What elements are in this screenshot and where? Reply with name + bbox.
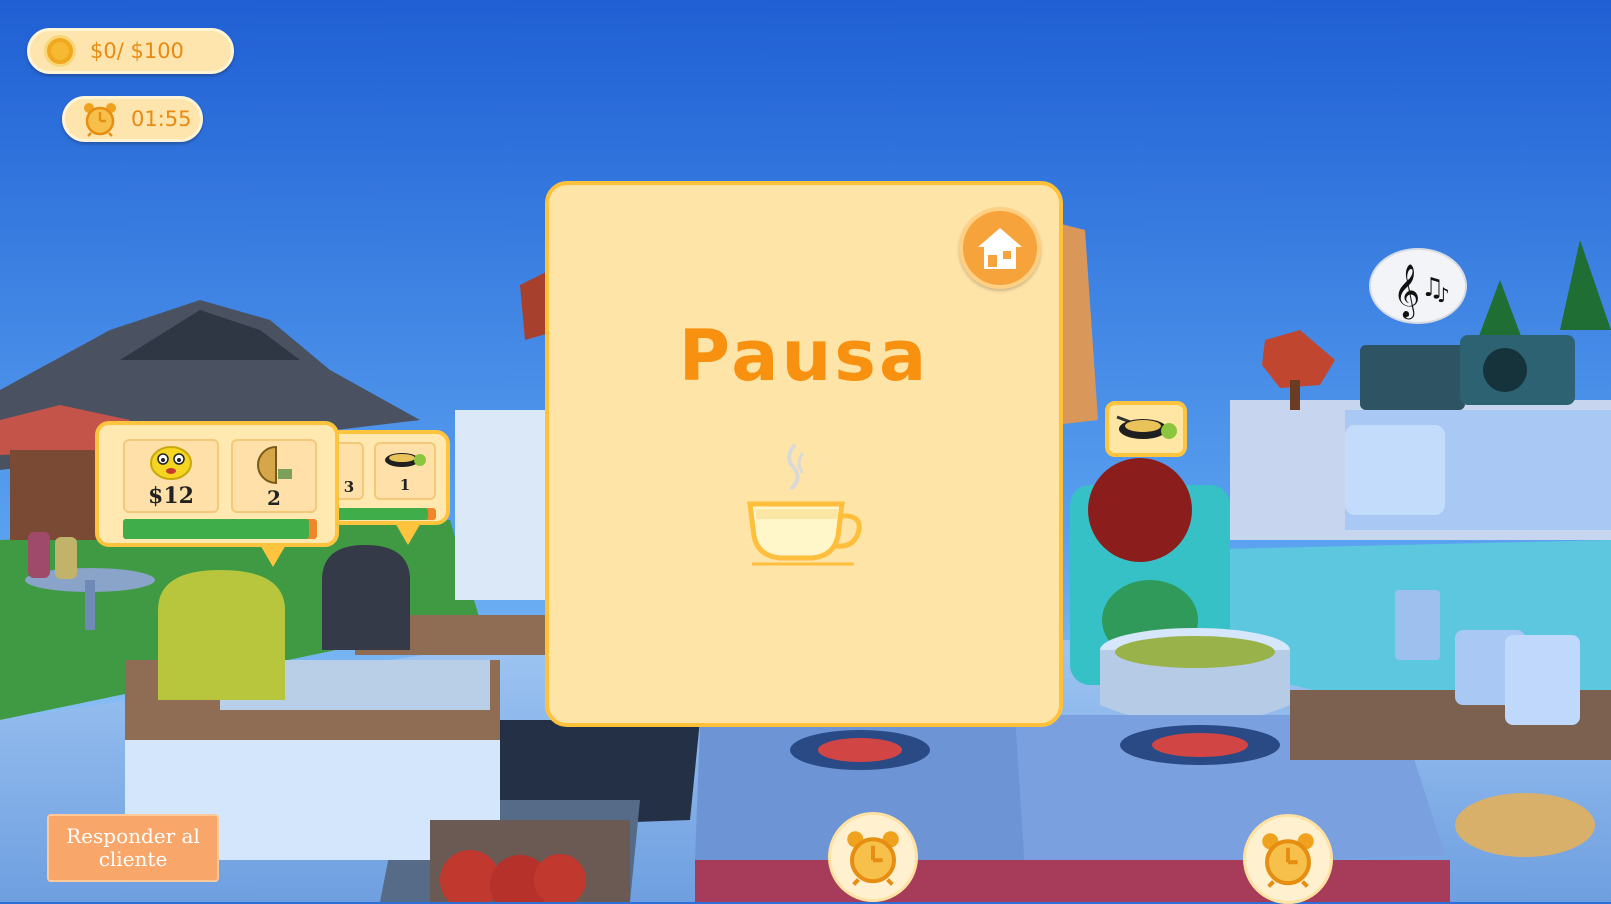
respond-label-line2: cliente [98,847,168,871]
order-item-count: 3 [343,478,355,496]
home-button[interactable] [959,207,1041,289]
order-item-count: 2 [267,486,281,510]
alarm-clock-icon [84,103,116,137]
customer-face-icon [150,446,192,480]
svg-text:𝄞: 𝄞 [1393,263,1420,319]
order-item-slot: 2 [231,439,317,513]
order-bubble-1: $12 2 [95,421,339,567]
respond-to-client-button[interactable]: Responder al cliente [47,814,219,882]
stove-timer-button-2[interactable] [1243,814,1333,904]
coin-icon [44,35,76,67]
timer-value: 01:55 [131,107,192,131]
order-item-slot: 1 [374,442,436,500]
order-progress-bar [123,519,317,539]
order-progress-fill [334,508,428,520]
order-item-slot: $12 [123,439,219,513]
order-progress-fill [123,519,310,539]
frying-pan-dish-icon [1116,415,1177,439]
home-icon [978,228,1022,269]
money-display: $0/ $100 [27,28,234,74]
order-item-count: 1 [399,476,411,494]
respond-label-line1: Responder al [66,824,200,848]
timer-display: 01:55 [62,96,203,142]
pause-title: Pausa [678,315,930,397]
frying-pan-dish-icon [385,453,426,467]
taco-icon [257,445,292,485]
order-price: $12 [148,483,194,509]
order-progress-bar [334,508,436,520]
steaming-tea-cup-icon [747,444,862,566]
alarm-clock-icon [847,831,899,886]
music-toggle[interactable]: 𝄞 ♫ ♪ [1369,248,1467,324]
svg-text:♪: ♪ [1437,283,1450,307]
money-value: $0/ $100 [90,39,184,63]
cook-dish-bubble [1105,401,1187,457]
music-notes-icon: 𝄞 ♫ ♪ [1393,263,1450,319]
pause-dialog: Pausa [545,181,1063,727]
alarm-clock-icon [1262,833,1314,888]
order-bubble-2: 3 1 [322,430,450,545]
stove-timer-button-1[interactable] [828,812,918,902]
